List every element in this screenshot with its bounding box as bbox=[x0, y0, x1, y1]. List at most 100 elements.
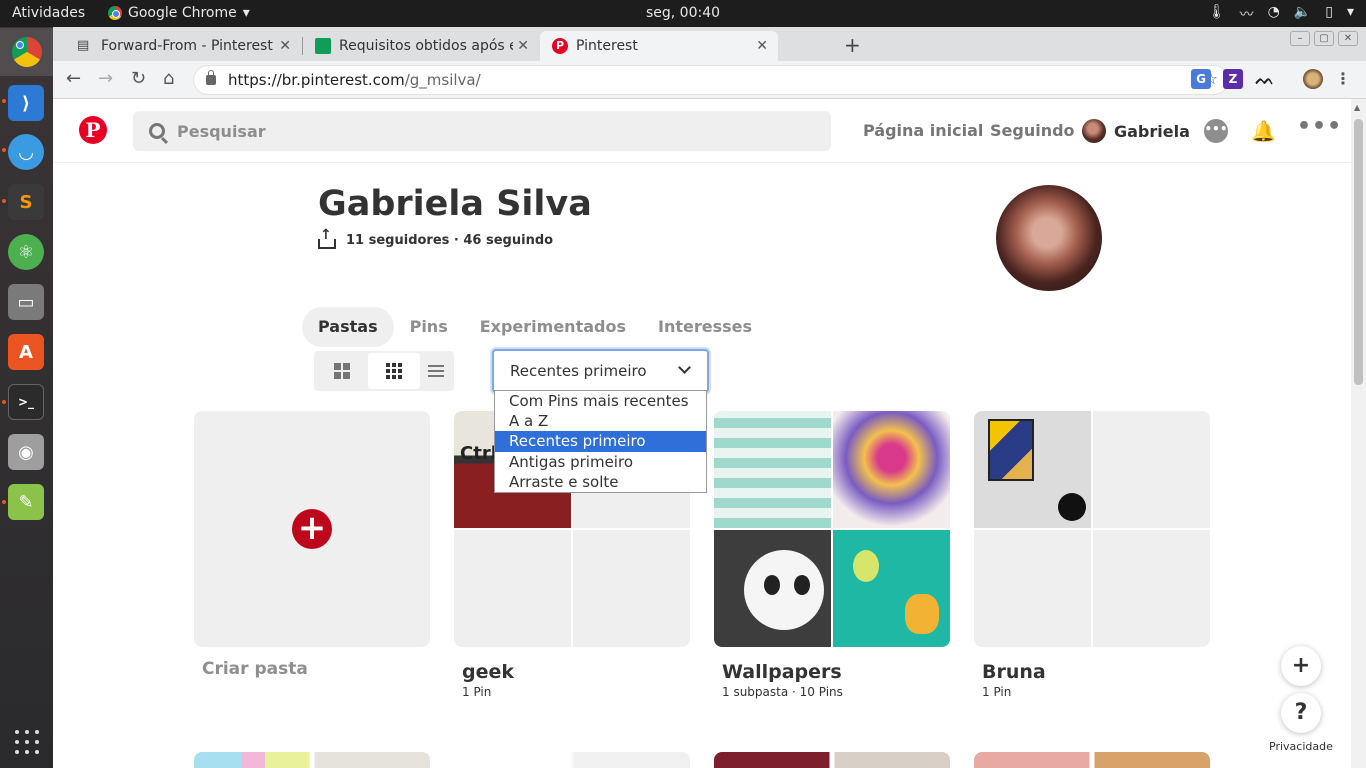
tab-pins[interactable]: Pins bbox=[394, 307, 464, 347]
board-cover[interactable] bbox=[974, 411, 1210, 647]
launcher-chrome[interactable] bbox=[0, 28, 53, 76]
back-button[interactable]: ← bbox=[66, 68, 81, 89]
board-card-wallpapers[interactable]: Wallpapers 1 subpasta · 10 Pins bbox=[714, 411, 950, 699]
compact-grid-view-button[interactable] bbox=[368, 353, 420, 389]
user-profile-link[interactable]: Gabriela bbox=[1082, 119, 1190, 143]
sort-option-selected[interactable]: Recentes primeiro bbox=[495, 431, 706, 452]
grid-compact-icon bbox=[386, 363, 402, 379]
chrome-menu-icon[interactable]: ⋮ bbox=[1333, 69, 1353, 89]
tab-interesses[interactable]: Interesses bbox=[642, 307, 768, 347]
pin-thumbnail bbox=[974, 411, 1091, 528]
forward-button[interactable]: → bbox=[98, 68, 113, 89]
messages-icon[interactable]: ••• bbox=[1204, 119, 1228, 143]
running-indicator bbox=[2, 148, 6, 152]
home-button[interactable]: ⌂ bbox=[163, 68, 174, 89]
tab-pastas[interactable]: Pastas bbox=[302, 307, 394, 347]
tab-requisitos[interactable]: Requisitos obtidos após e ✕ bbox=[303, 31, 539, 61]
software-center-icon[interactable]: A bbox=[8, 334, 44, 370]
search-input[interactable]: Pesquisar bbox=[133, 111, 831, 151]
reload-button[interactable]: ↻ bbox=[131, 68, 146, 89]
more-options-icon[interactable]: ••• bbox=[1297, 116, 1341, 143]
camera-icon[interactable]: ◉ bbox=[8, 434, 44, 470]
panda-eye bbox=[764, 575, 780, 595]
board-cover[interactable] bbox=[714, 411, 950, 647]
atom-icon[interactable]: ⚛ bbox=[8, 234, 44, 270]
followers-following[interactable]: 11 seguidores · 46 seguindo bbox=[346, 233, 553, 248]
sublime-icon[interactable]: S bbox=[8, 184, 44, 220]
pinterest-page: P Pesquisar Página inicial Seguindo Gabr… bbox=[53, 99, 1351, 768]
zotero-extension-icon[interactable]: Z bbox=[1223, 69, 1243, 89]
lock-icon[interactable] bbox=[206, 70, 216, 85]
address-bar[interactable]: https://br.pinterest.com/g_msilva/ ☆ bbox=[194, 66, 1228, 94]
system-tray[interactable]: 🌡 〰 ◔ 🔈 ▯ ▾ bbox=[1208, 4, 1354, 24]
volume-icon[interactable]: 🔈 bbox=[1294, 4, 1311, 24]
share-icon[interactable] bbox=[318, 227, 336, 249]
profile-photo[interactable] bbox=[996, 185, 1102, 291]
files-icon[interactable]: ▭ bbox=[8, 284, 44, 320]
grid-large-icon bbox=[334, 363, 350, 379]
extension-icon[interactable]: ᨓ bbox=[1255, 69, 1275, 89]
privacy-link[interactable]: Privacidade bbox=[1269, 740, 1333, 753]
close-window-button[interactable]: ✕ bbox=[1338, 31, 1358, 46]
create-board-label[interactable]: Criar pasta bbox=[202, 659, 430, 679]
board-card-bruna[interactable]: Bruna 1 Pin bbox=[974, 411, 1210, 699]
tab-title: Forward-From - Pinterest bbox=[101, 38, 273, 54]
scrollbar-thumb[interactable] bbox=[1354, 119, 1363, 385]
create-board-cover[interactable]: + bbox=[194, 411, 430, 647]
board-card-partial[interactable] bbox=[454, 752, 690, 768]
board-card-partial[interactable] bbox=[974, 752, 1210, 768]
profile-avatar-icon[interactable] bbox=[1303, 69, 1323, 89]
maximize-button[interactable]: ▢ bbox=[1314, 31, 1334, 46]
pinterest-logo-icon[interactable]: P bbox=[79, 116, 107, 144]
doc-icon: ▤ bbox=[77, 38, 90, 53]
notifications-bell-icon[interactable]: 🔔 bbox=[1251, 119, 1276, 143]
page-scrollbar[interactable]: ▲ bbox=[1351, 99, 1366, 768]
close-icon[interactable]: ✕ bbox=[513, 38, 529, 54]
large-grid-view-button[interactable] bbox=[316, 353, 368, 389]
board-title[interactable]: Wallpapers bbox=[722, 661, 950, 683]
sort-select[interactable]: Recentes primeiro bbox=[492, 349, 709, 393]
translate-extension-icon[interactable]: G bbox=[1191, 69, 1211, 89]
panda-face bbox=[744, 550, 824, 630]
cover-text: Ctrl bbox=[460, 443, 497, 464]
sort-option[interactable]: Antigas primeiro bbox=[495, 452, 706, 472]
terminal-icon[interactable]: >_ bbox=[8, 384, 44, 420]
sort-option[interactable]: Com Pins mais recentes bbox=[495, 391, 706, 411]
power-menu-icon[interactable]: ▾ bbox=[1347, 4, 1354, 24]
nav-home-link[interactable]: Página inicial bbox=[863, 121, 983, 140]
close-icon[interactable]: ✕ bbox=[279, 38, 291, 54]
robo-icon[interactable]: ◡ bbox=[8, 134, 44, 170]
empty-cell bbox=[1093, 411, 1210, 528]
minimize-button[interactable]: – bbox=[1290, 31, 1310, 46]
vscode-icon[interactable]: ⟩ bbox=[8, 85, 44, 121]
new-tab-button[interactable]: + bbox=[844, 33, 861, 57]
thermometer-icon[interactable]: 🌡 bbox=[1208, 4, 1226, 24]
tab-experimentados[interactable]: Experimentados bbox=[464, 307, 642, 347]
wifi-icon[interactable]: ◔ bbox=[1268, 4, 1280, 24]
show-apps-icon[interactable] bbox=[15, 730, 39, 754]
scroll-up-icon[interactable]: ▲ bbox=[1354, 103, 1360, 112]
board-title[interactable]: geek bbox=[462, 661, 690, 683]
sort-option[interactable]: A a Z bbox=[495, 411, 706, 431]
mustache-icon[interactable]: 〰 bbox=[1240, 4, 1254, 24]
help-button[interactable]: ? bbox=[1281, 693, 1321, 733]
screenshot-tool-icon[interactable]: ✎ bbox=[8, 484, 44, 520]
list-view-button[interactable] bbox=[420, 353, 452, 389]
tab-forward-from[interactable]: ▤ Forward-From - Pinterest ✕ bbox=[65, 31, 301, 61]
battery-icon[interactable]: ▯ bbox=[1325, 4, 1333, 24]
sort-option[interactable]: Arraste e solte bbox=[495, 472, 706, 492]
tab-pinterest[interactable]: P Pinterest ✕ bbox=[540, 31, 778, 61]
sort-dropdown: Com Pins mais recentes A a Z Recentes pr… bbox=[494, 390, 707, 493]
search-icon bbox=[149, 123, 165, 139]
board-card-partial[interactable] bbox=[194, 752, 430, 768]
board-card-partial[interactable] bbox=[714, 752, 950, 768]
clock[interactable]: seg, 00:40 bbox=[0, 5, 1366, 21]
add-pin-button[interactable]: + bbox=[1281, 646, 1321, 686]
close-icon[interactable]: ✕ bbox=[756, 38, 768, 54]
profile-stats: 11 seguidores · 46 seguindo bbox=[318, 227, 553, 249]
create-board-card[interactable]: + Criar pasta bbox=[194, 411, 430, 679]
sort-selected-value: Recentes primeiro bbox=[510, 362, 647, 380]
board-title[interactable]: Bruna bbox=[982, 661, 1210, 683]
nav-following-link[interactable]: Seguindo bbox=[990, 121, 1075, 140]
pin-thumbnail bbox=[714, 411, 831, 528]
